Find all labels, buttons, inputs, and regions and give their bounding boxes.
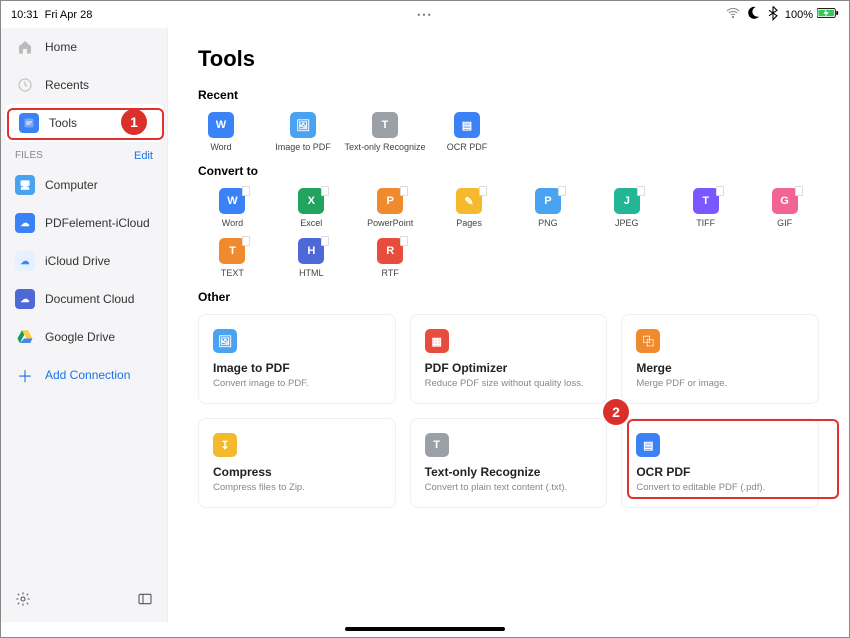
text-icon: T <box>372 112 398 138</box>
sidebar-item-computer[interactable]: 🖥 Computer <box>1 166 167 204</box>
sidebar-item-home[interactable]: Home <box>1 28 167 66</box>
jpeg-icon: J <box>614 188 640 214</box>
card-icon: 🖼 <box>213 329 237 353</box>
clock-icon <box>15 75 35 95</box>
main-content: Tools Recent WWord 🖼Image to PDF TText-o… <box>168 28 849 622</box>
card-compress[interactable]: ↧CompressCompress files to Zip. <box>198 418 396 508</box>
sidebar-label: PDFelement-iCloud <box>45 216 150 230</box>
home-indicator <box>345 627 505 631</box>
settings-button[interactable] <box>15 591 31 612</box>
status-time: 10:31 <box>11 9 39 21</box>
bluetooth-icon <box>765 5 781 24</box>
excel-icon: X <box>298 188 324 214</box>
page-title: Tools <box>198 46 819 72</box>
status-date: Fri Apr 28 <box>45 9 93 21</box>
word-icon: W <box>208 112 234 138</box>
pages-icon: ✎ <box>456 188 482 214</box>
convert-tool-word[interactable]: WWord <box>198 188 267 228</box>
convert-tool-text[interactable]: TTEXT <box>198 238 267 278</box>
sidebar-label: Computer <box>45 178 98 192</box>
panel-toggle-button[interactable] <box>137 591 153 612</box>
card-text-only-recognize[interactable]: TText-only RecognizeConvert to plain tex… <box>410 418 608 508</box>
document-cloud-icon: ☁ <box>15 289 35 309</box>
card-pdf-optimizer[interactable]: ▦PDF OptimizerReduce PDF size without qu… <box>410 314 608 404</box>
recent-tool-word[interactable]: WWord <box>198 112 244 152</box>
word-icon: W <box>219 188 245 214</box>
gif-icon: G <box>772 188 798 214</box>
html-icon: H <box>298 238 324 264</box>
status-bar: 10:31 Fri Apr 28 ••• 100% <box>1 1 849 28</box>
sidebar-label: Document Cloud <box>45 292 134 306</box>
png-icon: P <box>535 188 561 214</box>
moon-icon <box>745 5 761 24</box>
card-icon: ⿻ <box>636 329 660 353</box>
card-merge[interactable]: ⿻MergeMerge PDF or image. <box>621 314 819 404</box>
battery-percent: 100% <box>785 9 813 21</box>
home-icon <box>15 37 35 57</box>
recent-tool-ocr-pdf[interactable]: ▤OCR PDF <box>444 112 490 152</box>
convert-grid: WWordXExcelPPowerPoint✎PagesPPNGJJPEGTTI… <box>198 188 819 278</box>
icloud-icon: ☁ <box>15 251 35 271</box>
sidebar-item-pdfelement-icloud[interactable]: ☁ PDFelement-iCloud <box>1 204 167 242</box>
card-icon: ▦ <box>425 329 449 353</box>
convert-tool-gif[interactable]: GGIF <box>750 188 819 228</box>
convert-tool-tiff[interactable]: TTIFF <box>671 188 740 228</box>
convert-tool-html[interactable]: HHTML <box>277 238 346 278</box>
section-other: Other <box>198 290 819 304</box>
sidebar-item-recents[interactable]: Recents <box>1 66 167 104</box>
plus-icon: ＋ <box>15 365 35 385</box>
sidebar-label: Recents <box>45 78 89 92</box>
sidebar-label: Home <box>45 40 77 54</box>
grabber-dots: ••• <box>417 10 432 20</box>
sidebar-label: Google Drive <box>45 330 115 344</box>
recent-tool-text-recognize[interactable]: TText-only Recognize <box>362 112 408 152</box>
sidebar-item-icloud-drive[interactable]: ☁ iCloud Drive <box>1 242 167 280</box>
card-icon: T <box>425 433 449 457</box>
section-convert: Convert to <box>198 164 819 178</box>
rtf-icon: R <box>377 238 403 264</box>
sidebar-label: iCloud Drive <box>45 254 110 268</box>
convert-tool-excel[interactable]: XExcel <box>277 188 346 228</box>
battery-icon <box>817 7 839 22</box>
convert-tool-rtf[interactable]: RRTF <box>356 238 425 278</box>
sidebar: Home Recents Tools FILES Edit 🖥 Computer… <box>1 28 168 622</box>
edit-link[interactable]: Edit <box>134 150 153 162</box>
tools-icon <box>19 113 39 133</box>
card-icon: ↧ <box>213 433 237 457</box>
sidebar-item-google-drive[interactable]: Google Drive <box>1 318 167 356</box>
sidebar-label: Add Connection <box>45 368 130 382</box>
google-drive-icon <box>15 327 35 347</box>
card-ocr-pdf[interactable]: ▤OCR PDFConvert to editable PDF (.pdf). <box>621 418 819 508</box>
text-icon: T <box>219 238 245 264</box>
convert-tool-jpeg[interactable]: JJPEG <box>592 188 661 228</box>
pdfelement-icon: ☁ <box>15 213 35 233</box>
ocr-icon: ▤ <box>454 112 480 138</box>
section-files-title: FILES <box>15 150 43 162</box>
card-icon: ▤ <box>636 433 660 457</box>
card-image-to-pdf[interactable]: 🖼Image to PDFConvert image to PDF. <box>198 314 396 404</box>
tiff-icon: T <box>693 188 719 214</box>
sidebar-item-add-connection[interactable]: ＋ Add Connection <box>1 356 167 394</box>
convert-tool-pages[interactable]: ✎Pages <box>435 188 504 228</box>
section-recent: Recent <box>198 88 819 102</box>
image-icon: 🖼 <box>290 112 316 138</box>
convert-tool-png[interactable]: PPNG <box>514 188 583 228</box>
other-cards: 🖼Image to PDFConvert image to PDF.▦PDF O… <box>198 314 819 508</box>
powerpoint-icon: P <box>377 188 403 214</box>
convert-tool-powerpoint[interactable]: PPowerPoint <box>356 188 425 228</box>
sidebar-item-document-cloud[interactable]: ☁ Document Cloud <box>1 280 167 318</box>
wifi-icon <box>725 5 741 24</box>
recent-tool-image-to-pdf[interactable]: 🖼Image to PDF <box>280 112 326 152</box>
sidebar-label: Tools <box>49 116 77 130</box>
sidebar-item-tools[interactable]: Tools <box>5 104 163 142</box>
computer-icon: 🖥 <box>15 175 35 195</box>
